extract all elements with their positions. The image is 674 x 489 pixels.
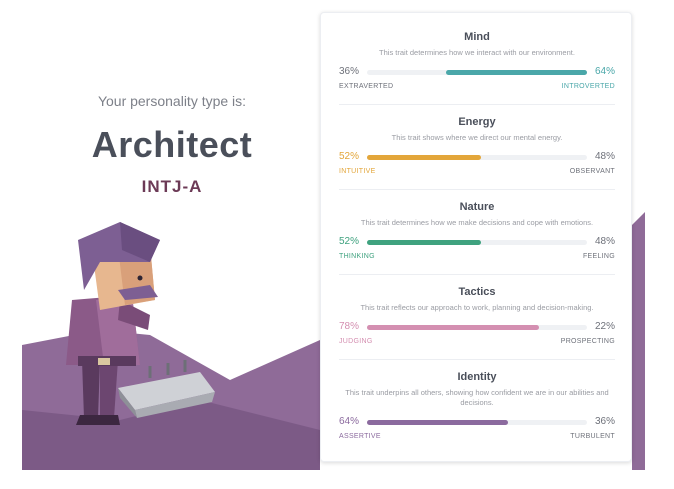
trait-description: This trait determines how we interact wi… bbox=[379, 48, 575, 57]
trait-bar-row: 36% 64% bbox=[339, 66, 615, 80]
right-percentage: 48% bbox=[594, 236, 615, 248]
right-label: OBSERVANT bbox=[569, 168, 615, 176]
divider bbox=[339, 189, 615, 190]
trait-title: Energy bbox=[458, 116, 496, 128]
personality-type-name: Architect bbox=[91, 124, 253, 165]
trait-bar-row: 52% 48% bbox=[339, 151, 615, 165]
left-label: ASSERTIVE bbox=[339, 433, 381, 441]
trait-title: Mind bbox=[464, 31, 490, 43]
trait-labels: EXTRAVERTED INTROVERTED bbox=[339, 83, 615, 93]
trait-fill bbox=[367, 325, 539, 331]
left-label: INTUITIVE bbox=[339, 168, 376, 176]
right-label: TURBULENT bbox=[570, 433, 615, 441]
left-percentage: 78% bbox=[339, 321, 360, 333]
trait-labels: INTUITIVE OBSERVANT bbox=[339, 168, 615, 178]
left-label: JUDGING bbox=[339, 338, 373, 346]
intro-text: Your personality type is: bbox=[97, 93, 247, 109]
right-percentage: 48% bbox=[594, 151, 615, 163]
trait-track bbox=[367, 420, 587, 426]
trait-description: This trait reflects our approach to work… bbox=[360, 303, 594, 312]
trait-labels: ASSERTIVE TURBULENT bbox=[339, 433, 615, 443]
right-label: PROSPECTING bbox=[560, 338, 615, 346]
left-percentage: 52% bbox=[339, 151, 360, 163]
trait-nature: Nature This trait determines how we make… bbox=[339, 201, 615, 263]
left-percentage: 36% bbox=[339, 66, 360, 78]
trait-track bbox=[367, 70, 587, 76]
trait-title: Tactics bbox=[458, 286, 496, 298]
divider bbox=[339, 274, 615, 275]
trait-labels: JUDGING PROSPECTING bbox=[339, 338, 615, 348]
trait-track bbox=[367, 155, 587, 161]
right-percentage: 64% bbox=[594, 66, 615, 78]
trait-bar-row: 64% 36% bbox=[339, 416, 615, 430]
trait-fill bbox=[367, 240, 482, 246]
right-label: FEELING bbox=[582, 253, 615, 261]
right-label: INTROVERTED bbox=[561, 83, 615, 91]
architect-character bbox=[66, 222, 215, 425]
divider bbox=[339, 104, 615, 105]
trait-title: Identity bbox=[457, 371, 497, 383]
trait-track bbox=[367, 325, 587, 331]
trait-description: This trait shows where we direct our men… bbox=[391, 133, 563, 142]
trait-fill bbox=[367, 155, 482, 161]
traits-card: Mind This trait determines how we intera… bbox=[320, 12, 632, 462]
right-percentage: 36% bbox=[594, 416, 615, 428]
trait-labels: THINKING FEELING bbox=[339, 253, 615, 263]
trait-track bbox=[367, 240, 587, 246]
hill-shape-right bbox=[632, 212, 645, 470]
left-percentage: 52% bbox=[339, 236, 360, 248]
left-label: THINKING bbox=[339, 253, 375, 261]
trait-description: This trait determines how we make decisi… bbox=[360, 218, 594, 227]
divider bbox=[339, 359, 615, 360]
trait-energy: Energy This trait shows where we direct … bbox=[339, 116, 615, 178]
personality-type-code: INTJ-A bbox=[141, 177, 203, 196]
trait-title: Nature bbox=[459, 201, 495, 213]
trait-identity: Identity This trait underpins all others… bbox=[339, 371, 615, 443]
left-percentage: 64% bbox=[339, 416, 360, 428]
trait-bar-row: 52% 48% bbox=[339, 236, 615, 250]
trait-description: This trait underpins all others, showing… bbox=[345, 388, 609, 408]
trait-fill bbox=[367, 420, 508, 426]
trait-tactics: Tactics This trait reflects our approach… bbox=[339, 286, 615, 348]
right-percentage: 22% bbox=[594, 321, 615, 333]
left-label: EXTRAVERTED bbox=[339, 83, 394, 91]
trait-bar-row: 78% 22% bbox=[339, 321, 615, 335]
trait-fill bbox=[446, 70, 587, 76]
trait-mind: Mind This trait determines how we intera… bbox=[339, 31, 615, 93]
